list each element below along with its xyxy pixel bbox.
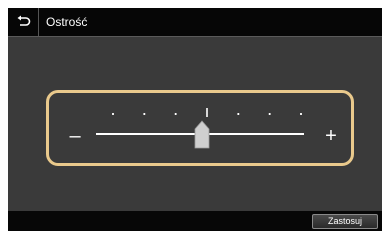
slider-graphic: – + bbox=[69, 108, 337, 149]
slider-thumb[interactable] bbox=[194, 120, 210, 149]
sharpness-slider[interactable]: – + bbox=[46, 90, 354, 166]
increase-button[interactable]: + bbox=[325, 125, 337, 147]
decrease-button[interactable]: – bbox=[69, 125, 81, 147]
slider-ticks bbox=[112, 108, 302, 117]
footer-bar: Zastosuj bbox=[8, 211, 382, 231]
back-button[interactable] bbox=[8, 8, 39, 36]
page-title: Ostrość bbox=[46, 15, 88, 29]
back-arrow-icon bbox=[17, 15, 31, 26]
screen: Ostrość – + Zastosuj bbox=[8, 8, 382, 231]
title-bar: Ostrość bbox=[8, 8, 382, 37]
apply-button[interactable]: Zastosuj bbox=[312, 214, 378, 229]
